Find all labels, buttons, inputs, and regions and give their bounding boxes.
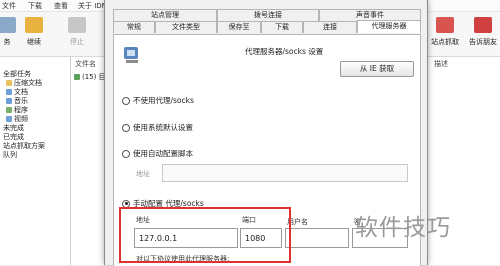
file-icon [74, 74, 80, 80]
tab-dialup[interactable]: 拨号连接 [217, 9, 319, 21]
music-icon [6, 98, 12, 104]
list-item[interactable]: (15) 目 [74, 72, 106, 82]
watermark-text: 软件技巧 [355, 215, 451, 241]
site-grabber-button[interactable]: 站点抓取 [428, 15, 462, 53]
sidebar-item-queue[interactable]: 队列 [3, 150, 17, 160]
radio-no-proxy[interactable]: 不使用代理/socks [122, 95, 194, 106]
stop-button[interactable]: 停止 [60, 15, 94, 53]
video-icon [6, 116, 12, 122]
menu-download[interactable]: 下载 [28, 1, 42, 11]
folder-icon [6, 80, 12, 86]
tab-save-to[interactable]: 保存至 [217, 21, 261, 33]
proxy-settings-heading: 代理服务器/socks 设置 [245, 47, 324, 56]
column-filename[interactable]: 文件名 [75, 59, 96, 69]
get-from-ie-button[interactable]: 从 IE 获取 [340, 61, 414, 77]
category-sidebar: 全部任务 压缩文档 文档 音乐 程序 视频 未完成 已完成 站点抓取方案 队列 [0, 57, 71, 265]
menu-view[interactable]: 查看 [54, 1, 68, 11]
program-icon [6, 107, 12, 113]
tab-proxy-server[interactable]: 代理服务器 [357, 20, 421, 33]
column-description[interactable]: 描述 [434, 59, 448, 69]
tab-download[interactable]: 下载 [261, 21, 303, 33]
radio-indicator [122, 123, 130, 132]
resume-icon [25, 17, 43, 33]
script-address-label: 地址 [136, 170, 150, 178]
radio-system-default[interactable]: 使用系统默认设置 [122, 122, 193, 133]
highlight-annotation [119, 207, 291, 263]
tell-friend-button[interactable]: 告诉朋友 [466, 15, 500, 53]
menu-file[interactable]: 文件 [2, 1, 16, 11]
proxy-settings-icon [122, 45, 142, 65]
tab-connection[interactable]: 连接 [303, 21, 357, 33]
radio-indicator [122, 96, 130, 105]
tab-site-manager[interactable]: 站点管理 [113, 9, 217, 21]
radio-indicator [122, 149, 130, 158]
task-icon [0, 17, 16, 33]
tab-file-types[interactable]: 文件类型 [155, 21, 217, 33]
stop-icon [68, 17, 86, 33]
resume-button[interactable]: 继续 [17, 15, 51, 53]
tab-general[interactable]: 常规 [113, 21, 155, 33]
proxy-username-input[interactable] [285, 228, 349, 248]
document-icon [6, 89, 12, 95]
script-address-input[interactable] [162, 164, 408, 182]
site-grabber-icon [436, 17, 454, 33]
tell-friend-icon [474, 17, 492, 33]
radio-auto-config-script[interactable]: 使用自动配置脚本 [122, 148, 193, 159]
